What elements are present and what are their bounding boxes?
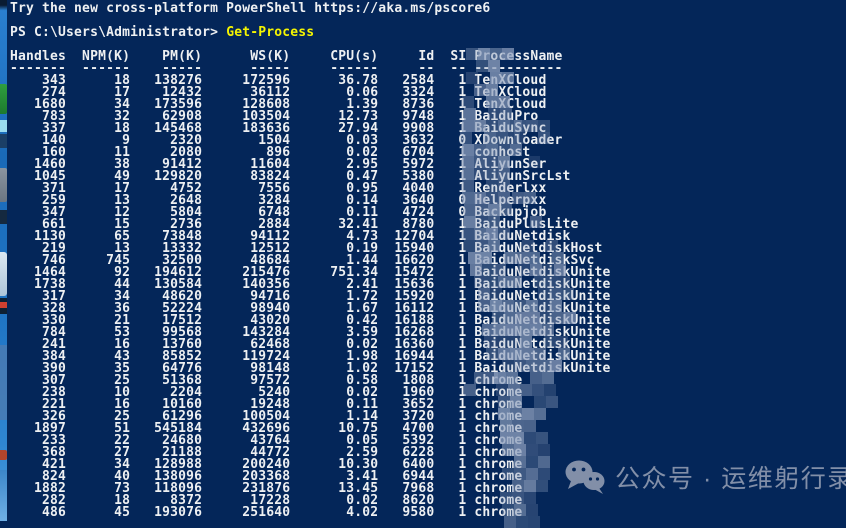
desktop-icon-sliver-red bbox=[0, 302, 7, 308]
prompt-path: PS C:\Users\Administrator> bbox=[10, 25, 226, 40]
powershell-banner: Try the new cross-platform PowerShell ht… bbox=[10, 3, 846, 15]
watermark-text: 公众号 · 运维躬行录 bbox=[615, 459, 846, 495]
desktop-edge-bottom bbox=[0, 470, 7, 521]
powershell-window[interactable]: Try the new cross-platform PowerShell ht… bbox=[7, 0, 846, 521]
watermark: 公众号 · 运维躬行录 bbox=[564, 458, 846, 496]
desktop-edge-strip bbox=[0, 0, 7, 521]
screenshot-root: Try the new cross-platform PowerShell ht… bbox=[0, 0, 846, 521]
wechat-icon bbox=[564, 458, 606, 496]
desktop-icon-sliver-slate bbox=[0, 345, 7, 420]
desktop-icon-sliver-red2 bbox=[0, 450, 7, 460]
desktop-icon-sliver-grey[interactable] bbox=[0, 168, 7, 202]
desktop-icon-sliver-dark[interactable] bbox=[0, 134, 7, 148]
desktop-icon-sliver-nub bbox=[0, 210, 7, 224]
prompt-line: PS C:\Users\Administrator> Get-Process bbox=[10, 27, 846, 39]
desktop-icon-sliver-cyan[interactable] bbox=[0, 120, 7, 132]
process-table: Handles NPM(K) PM(K) WS(K) CPU(s) Id SI … bbox=[10, 51, 846, 519]
process-row: 486 45 193076 251640 4.02 9580 1 chrome bbox=[10, 507, 846, 519]
desktop-icon-sliver-green[interactable] bbox=[0, 84, 7, 114]
command-text: Get-Process bbox=[226, 25, 314, 40]
desktop-icon-sliver-white[interactable] bbox=[0, 252, 7, 296]
